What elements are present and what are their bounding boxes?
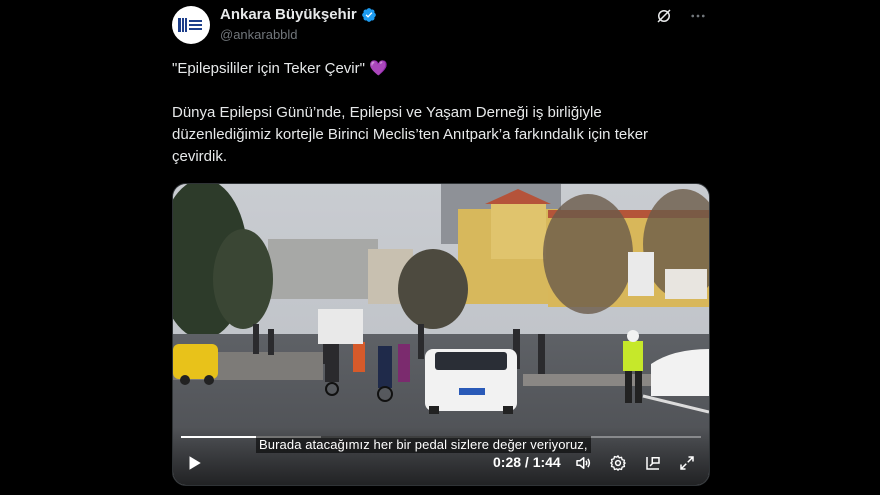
tweet-body: Dünya Epilepsi Günü’nde, Epilepsi ve Yaş… — [172, 104, 649, 165]
avatar[interactable] — [172, 6, 210, 44]
video-caption: Burada atacağımız her bir pedal sizlere … — [256, 436, 591, 453]
grok-icon[interactable] — [654, 6, 674, 26]
more-dots-icon[interactable] — [688, 6, 708, 26]
video-player[interactable]: Burada atacağımız her bir pedal sizlere … — [172, 183, 710, 486]
author-handle[interactable]: @ankarabbld — [220, 27, 298, 42]
tweet-title-text: "Epilepsililer için Teker Çevir" — [172, 60, 365, 77]
video-time: 0:28 / 1:44 — [493, 454, 561, 470]
verified-badge-icon — [361, 7, 376, 22]
author-name-row: Ankara Büyükşehir — [220, 6, 377, 23]
play-icon[interactable] — [185, 454, 203, 472]
volume-icon[interactable] — [574, 454, 592, 472]
purple-heart-emoji: 💜 — [369, 60, 388, 77]
fullscreen-icon[interactable] — [678, 454, 696, 472]
tweet-title: "Epilepsililer için Teker Çevir" 💜 — [172, 58, 388, 80]
tweet: Ankara Büyükşehir @ankarabbld "Epilepsil… — [172, 0, 710, 495]
picture-in-picture-icon[interactable] — [644, 454, 662, 472]
author-name[interactable]: Ankara Büyükşehir — [220, 6, 357, 23]
settings-gear-icon[interactable] — [609, 454, 627, 472]
header-actions — [654, 6, 708, 26]
ankara-logo-icon — [178, 15, 204, 35]
